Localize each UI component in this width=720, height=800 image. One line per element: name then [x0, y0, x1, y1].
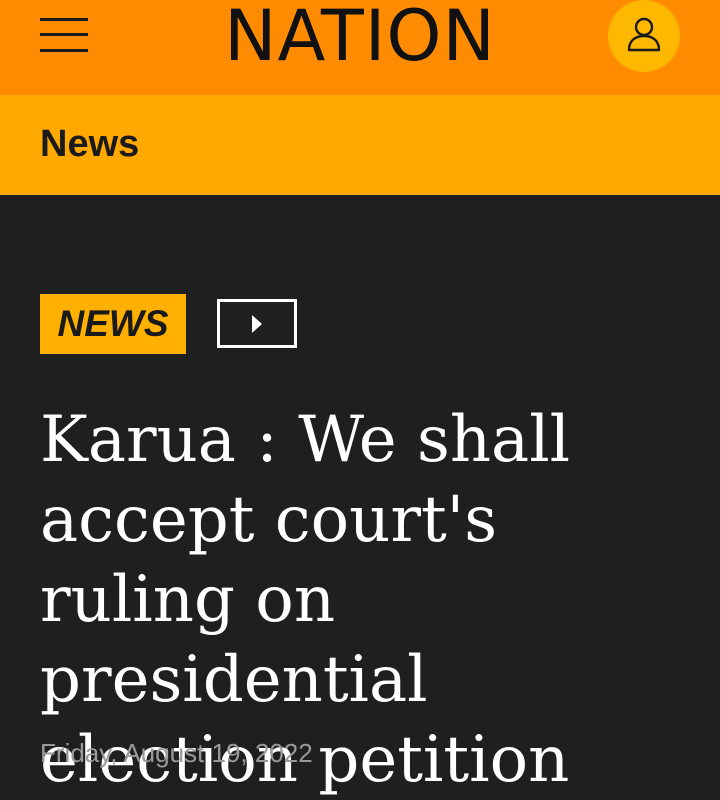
top-bar: NATION: [0, 0, 720, 95]
user-account-icon: [627, 17, 661, 52]
video-play-icon: [252, 315, 262, 333]
user-account-button[interactable]: [608, 0, 680, 72]
category-tag[interactable]: NEWS: [40, 294, 186, 354]
video-badge[interactable]: [217, 299, 297, 348]
article-date: Friday, August 19, 2022: [40, 738, 313, 768]
section-title[interactable]: News: [40, 122, 139, 166]
